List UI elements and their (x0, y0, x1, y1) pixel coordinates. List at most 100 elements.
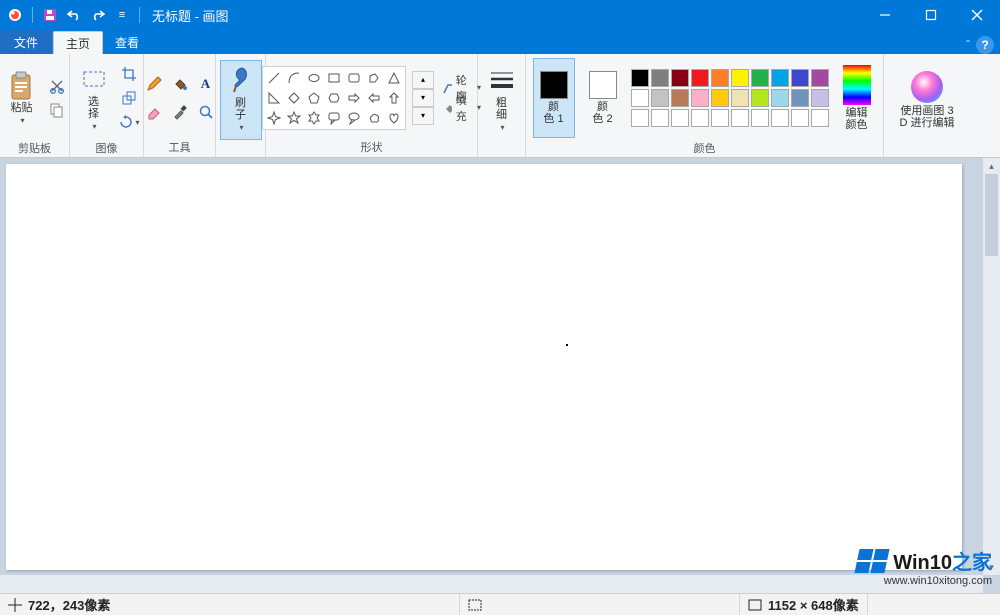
text-icon[interactable]: A (195, 73, 217, 95)
color-swatch-empty[interactable] (771, 109, 789, 127)
color-swatch-empty[interactable] (811, 109, 829, 127)
shape-diamond-icon[interactable] (285, 89, 303, 107)
scroll-down-icon[interactable]: ▾ (983, 559, 1000, 575)
select-button[interactable]: 选 择 ▾ (74, 58, 114, 138)
shape-callout2-icon[interactable] (345, 109, 363, 127)
rotate-icon[interactable]: ▾ (118, 111, 140, 133)
color-swatch[interactable] (711, 69, 729, 87)
shape-pentagon-icon[interactable] (305, 89, 323, 107)
window-controls (862, 0, 1000, 30)
shapes-gallery[interactable] (262, 66, 406, 130)
color-swatch[interactable] (811, 89, 829, 107)
color-swatch-empty[interactable] (711, 109, 729, 127)
color-swatch[interactable] (711, 89, 729, 107)
shapes-more-icon[interactable]: ▾ (412, 107, 434, 125)
shape-star5-icon[interactable] (285, 109, 303, 127)
color-swatch[interactable] (791, 89, 809, 107)
copy-icon[interactable] (46, 99, 68, 121)
edit-colors-button[interactable]: 编辑 颜色 (837, 58, 877, 138)
shape-oval-icon[interactable] (305, 69, 323, 87)
shape-curve-icon[interactable] (285, 69, 303, 87)
maximize-button[interactable] (908, 0, 954, 30)
color-swatch[interactable] (751, 69, 769, 87)
resize-icon[interactable] (118, 87, 140, 109)
tab-file[interactable]: 文件 (0, 30, 53, 54)
size-button[interactable]: 粗 细 ▾ (482, 60, 522, 140)
app-icon[interactable] (4, 4, 26, 26)
group-size: 粗 细 ▾ (478, 54, 526, 157)
shape-line-icon[interactable] (265, 69, 283, 87)
color-swatch[interactable] (731, 89, 749, 107)
color-swatch[interactable] (811, 69, 829, 87)
paint3d-button[interactable]: 使用画图 3 D 进行编辑 (894, 60, 961, 140)
color-swatch[interactable] (691, 89, 709, 107)
magnifier-icon[interactable] (195, 101, 217, 123)
ribbon: 粘贴 ▾ 剪贴板 选 择 ▾ ▾ 图像 (0, 54, 1000, 158)
shape-polygon-icon[interactable] (365, 69, 383, 87)
shape-arrow-right-icon[interactable] (345, 89, 363, 107)
shape-fill-button[interactable]: 填充▾ (442, 99, 481, 117)
shape-callout-icon[interactable] (325, 109, 343, 127)
color-swatch[interactable] (731, 69, 749, 87)
fill-icon[interactable] (169, 73, 191, 95)
crop-icon[interactable] (118, 63, 140, 85)
color-swatch[interactable] (691, 69, 709, 87)
cut-icon[interactable] (46, 75, 68, 97)
shape-rtriangle-icon[interactable] (265, 89, 283, 107)
color-swatch[interactable] (771, 89, 789, 107)
shape-rect-icon[interactable] (325, 69, 343, 87)
help-icon[interactable]: ? (976, 36, 994, 54)
shapes-scroll-up-icon[interactable]: ▴ (412, 71, 434, 89)
pencil-icon[interactable] (143, 73, 165, 95)
color-swatch-empty[interactable] (791, 109, 809, 127)
shape-triangle-icon[interactable] (385, 69, 403, 87)
close-button[interactable] (954, 0, 1000, 30)
color-swatch[interactable] (771, 69, 789, 87)
canvas[interactable] (6, 164, 962, 570)
color-swatch-empty[interactable] (651, 109, 669, 127)
picker-icon[interactable] (169, 101, 191, 123)
selection-size-icon (468, 598, 482, 612)
paste-button[interactable]: 粘贴 ▾ (2, 58, 42, 138)
color-swatch[interactable] (631, 89, 649, 107)
paste-label: 粘贴 (11, 102, 33, 114)
color-swatch-empty[interactable] (631, 109, 649, 127)
shape-star6-icon[interactable] (305, 109, 323, 127)
collapse-ribbon-icon[interactable]: ˆ (966, 38, 970, 52)
color2-button[interactable]: 颜 色 2 (583, 58, 623, 138)
undo-icon[interactable] (63, 4, 85, 26)
tab-home[interactable]: 主页 (53, 31, 103, 54)
color-swatch-empty[interactable] (671, 109, 689, 127)
color-swatch[interactable] (651, 69, 669, 87)
vertical-scrollbar[interactable]: ▴ ▾ (983, 158, 1000, 575)
shape-star4-icon[interactable] (265, 109, 283, 127)
eraser-icon[interactable] (143, 101, 165, 123)
color-swatch[interactable] (671, 89, 689, 107)
color-swatch-empty[interactable] (691, 109, 709, 127)
horizontal-scrollbar[interactable] (0, 575, 983, 593)
scroll-up-icon[interactable]: ▴ (983, 158, 1000, 174)
shape-arrow-up-icon[interactable] (385, 89, 403, 107)
minimize-button[interactable] (862, 0, 908, 30)
shape-arrow-left-icon[interactable] (365, 89, 383, 107)
color-swatch[interactable] (751, 89, 769, 107)
color-swatch[interactable] (631, 69, 649, 87)
color-swatch[interactable] (671, 69, 689, 87)
color-swatch-empty[interactable] (751, 109, 769, 127)
shape-cloud-icon[interactable] (365, 109, 383, 127)
qat-dropdown-icon[interactable]: ≡ (111, 4, 133, 26)
brushes-button[interactable]: 刷 子 ▾ (220, 60, 262, 140)
shapes-scroll-down-icon[interactable]: ▾ (412, 89, 434, 107)
save-icon[interactable] (39, 4, 61, 26)
color-swatch-empty[interactable] (731, 109, 749, 127)
shape-heart-icon[interactable] (385, 109, 403, 127)
color-swatch[interactable] (791, 69, 809, 87)
color-swatch[interactable] (651, 89, 669, 107)
color1-button[interactable]: 颜 色 1 (533, 58, 575, 138)
shape-hexagon-icon[interactable] (325, 89, 343, 107)
vertical-scrollbar-thumb[interactable] (985, 174, 998, 256)
tab-view[interactable]: 查看 (103, 31, 151, 54)
redo-icon[interactable] (87, 4, 109, 26)
shape-roundrect-icon[interactable] (345, 69, 363, 87)
canvas-mark (566, 344, 568, 346)
